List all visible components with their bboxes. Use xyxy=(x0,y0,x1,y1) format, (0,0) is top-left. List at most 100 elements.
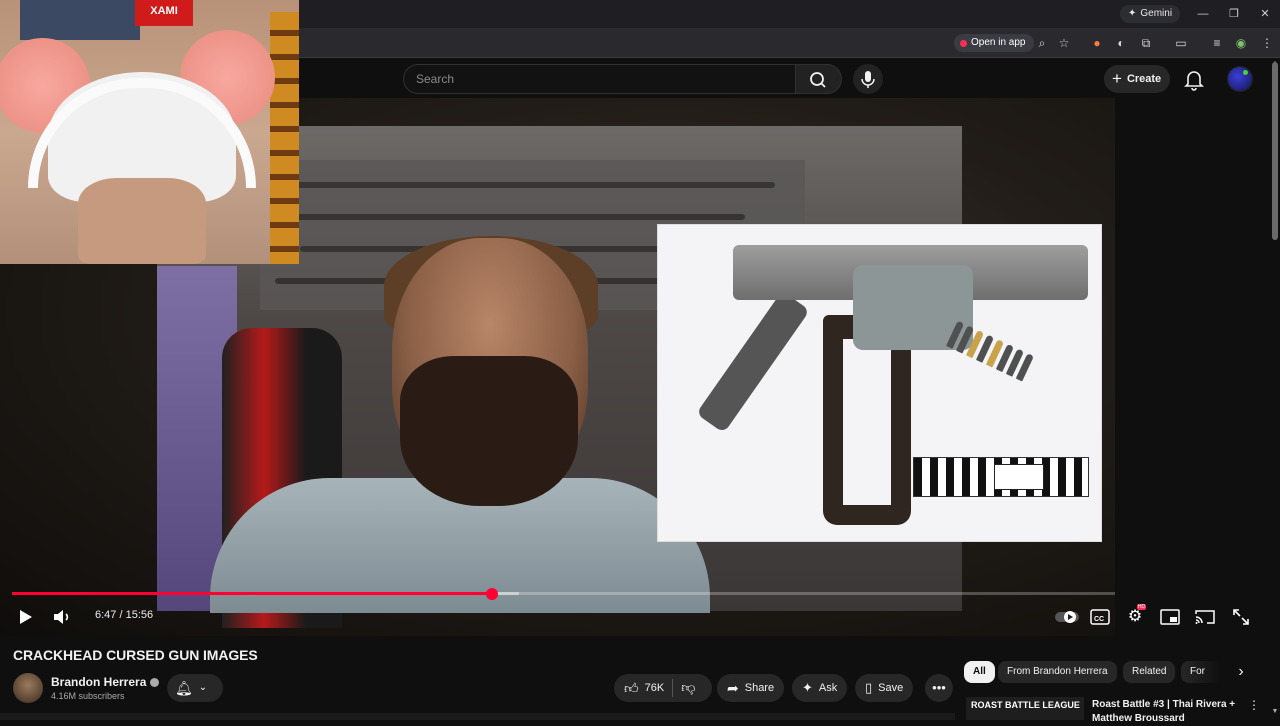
settings-button[interactable]: ⚙ HD xyxy=(1123,604,1147,628)
account-avatar[interactable] xyxy=(1227,66,1253,92)
like-button[interactable]: 👍︎ 76K xyxy=(624,674,664,702)
gemini-button[interactable]: ✦ Gemini xyxy=(1120,5,1181,23)
time-separator: / xyxy=(116,609,126,621)
extension-circle-icon[interactable]: ◐ xyxy=(1112,34,1130,52)
like-count: 76K xyxy=(644,682,665,694)
media-controls-icon[interactable]: ≡ xyxy=(1208,34,1226,52)
video-title: CRACKHEAD CURSED GUN IMAGES xyxy=(13,647,258,663)
ask-button[interactable]: ✦ Ask xyxy=(792,674,848,702)
bell-icon: 🔔︎ xyxy=(175,680,193,696)
extension-fox-icon[interactable]: ● xyxy=(1088,34,1106,52)
chip-related[interactable]: Related xyxy=(1123,661,1176,683)
open-in-app-label: Open in app xyxy=(971,37,1026,48)
channel-avatar[interactable] xyxy=(13,673,43,703)
played-bar xyxy=(12,592,492,595)
stapler-gun-image xyxy=(657,224,1102,542)
ask-label: Ask xyxy=(818,682,838,694)
comments-divider xyxy=(0,713,955,720)
scale-ruler xyxy=(913,457,1089,497)
gear-icon: ⚙ xyxy=(1127,608,1143,625)
sparkle-icon: ✦ xyxy=(802,680,813,695)
voice-search-button[interactable] xyxy=(853,64,883,94)
cast-tab-icon[interactable]: ▭ xyxy=(1172,34,1190,52)
share-label: Share xyxy=(744,682,775,694)
share-arrow-icon: ➦ xyxy=(727,680,739,696)
ruler-diamond xyxy=(994,464,1044,490)
search-input[interactable]: Search xyxy=(403,64,796,94)
giraffe-plush xyxy=(270,12,299,264)
bullet-cluster xyxy=(946,320,1034,382)
time-display: 6:47 / 15:56 xyxy=(95,609,153,621)
recommendation-menu-icon[interactable]: ⋮ xyxy=(1248,698,1260,714)
restore-icon[interactable]: ❐ xyxy=(1219,4,1249,24)
minimize-icon[interactable]: — xyxy=(1188,4,1218,24)
subscribe-notifications-button[interactable]: 🔔︎ ⌄ xyxy=(167,674,223,702)
presenter-beard xyxy=(400,356,578,506)
thumbs-up-icon: 👍︎ xyxy=(624,680,639,696)
open-in-app-button[interactable]: Open in app xyxy=(954,34,1034,52)
plus-icon: + xyxy=(1112,69,1122,88)
miniplayer-icon xyxy=(1160,609,1180,625)
wall-poster xyxy=(20,0,140,40)
hd-badge: HD xyxy=(1137,604,1146,610)
wall-poster-red: XAMI xyxy=(135,0,193,26)
miniplayer-button[interactable] xyxy=(1158,606,1182,628)
volume-icon xyxy=(54,610,69,624)
fullscreen-icon xyxy=(1233,609,1249,625)
channel-name[interactable]: Brandon Herrera xyxy=(51,675,146,689)
verified-icon xyxy=(150,678,160,688)
create-label: Create xyxy=(1126,73,1162,85)
like-dislike-group: 👍︎ 76K 👎︎ xyxy=(614,674,712,702)
bookmark-icon: ▯ xyxy=(865,680,873,695)
save-label: Save xyxy=(878,682,904,694)
chevron-down-icon: ⌄ xyxy=(198,682,208,693)
svg-text:CC: CC xyxy=(1094,616,1104,623)
autoplay-toggle-icon xyxy=(1055,611,1079,623)
close-icon[interactable]: ✕ xyxy=(1250,4,1280,24)
play-button[interactable] xyxy=(13,606,37,628)
browser-menu-icon[interactable]: ⋮ xyxy=(1258,34,1276,52)
streamer-webcam: XAMI xyxy=(0,0,299,264)
mute-button[interactable] xyxy=(49,606,73,628)
search-icon xyxy=(810,72,826,88)
scrubber-handle[interactable] xyxy=(485,588,498,600)
streamer-face xyxy=(78,178,206,264)
subscriber-count: 4.16M subscribers xyxy=(51,691,125,701)
captions-icon: CC xyxy=(1090,609,1110,625)
fullscreen-button[interactable] xyxy=(1229,606,1253,628)
share-button[interactable]: ➦ Share xyxy=(717,674,785,702)
extensions-puzzle-icon[interactable]: ⧉ xyxy=(1137,34,1155,52)
search-button[interactable] xyxy=(796,64,842,94)
zoom-icon[interactable]: ⌕ xyxy=(1033,34,1051,52)
chevron-right-icon[interactable]: › xyxy=(1231,662,1251,682)
chip-from-channel[interactable]: From Brandon Herrera xyxy=(998,661,1117,683)
divider xyxy=(672,679,674,697)
duration: 15:56 xyxy=(125,609,154,621)
scroll-down-icon[interactable]: ▼ xyxy=(1270,708,1280,718)
microphone-icon xyxy=(861,71,875,88)
save-button[interactable]: ▯ Save xyxy=(855,674,914,702)
current-time: 6:47 xyxy=(95,609,117,621)
page-scrollbar[interactable] xyxy=(1272,62,1278,240)
sparkle-icon: ✦ xyxy=(1128,8,1137,19)
youtube-icon xyxy=(960,39,967,47)
chip-for-you[interactable]: For yo xyxy=(1181,661,1221,683)
recommendation-thumbnail[interactable]: ROAST BATTLE LEAGUE xyxy=(966,697,1084,720)
more-actions-button[interactable]: ••• xyxy=(925,674,953,702)
more-horizontal-icon: ••• xyxy=(932,680,946,695)
autoplay-toggle[interactable] xyxy=(1054,606,1080,628)
stapler-lever xyxy=(696,290,810,434)
subtitles-button[interactable]: CC xyxy=(1088,606,1112,628)
create-button[interactable]: + Create xyxy=(1104,65,1170,93)
bookmark-star-icon[interactable]: ☆ xyxy=(1055,34,1073,52)
channel-name-row[interactable]: Brandon Herrera xyxy=(51,675,160,689)
notifications-button[interactable] xyxy=(1182,67,1206,91)
gemini-label: Gemini xyxy=(1140,8,1173,19)
play-icon xyxy=(20,610,32,624)
bell-icon xyxy=(1184,71,1204,91)
dislike-button[interactable]: 👎︎ xyxy=(681,673,695,703)
recommendation-title[interactable]: Roast Battle #3 | Thai Rivera + Matthew … xyxy=(1092,698,1242,726)
cast-button[interactable] xyxy=(1193,606,1217,628)
chip-all[interactable]: All xyxy=(964,661,995,683)
profile-avatar-icon[interactable]: ◉ xyxy=(1232,34,1250,52)
